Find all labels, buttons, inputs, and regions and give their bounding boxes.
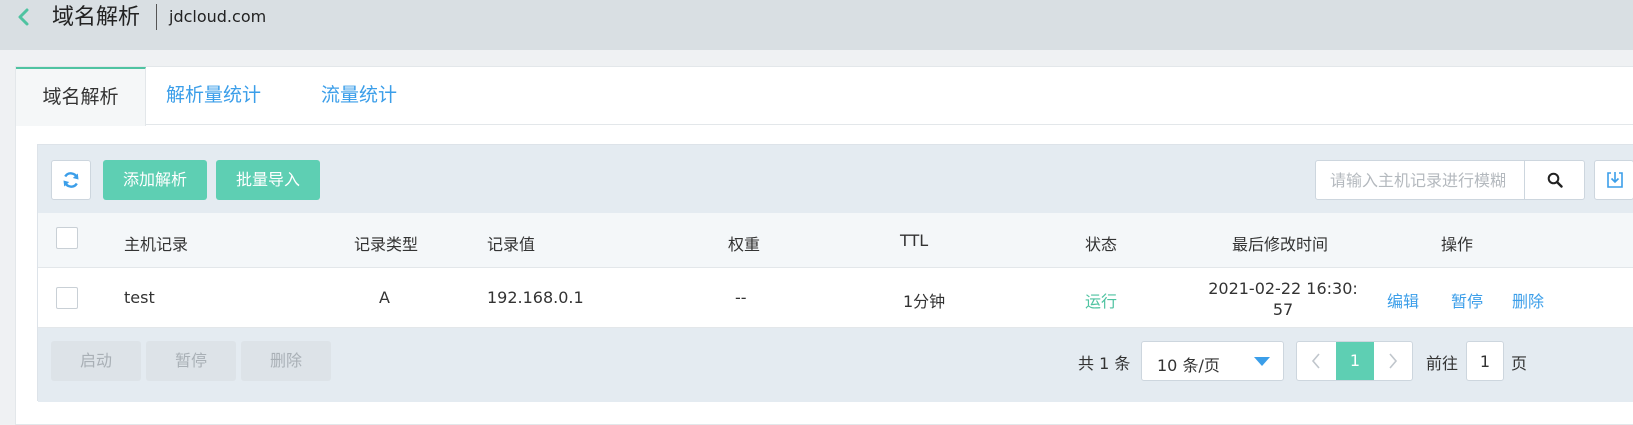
column-header-actions: 操作: [1441, 235, 1474, 254]
table-row: test A 192.168.0.1 -- 1分钟 运行 2021-02-22 …: [38, 268, 1633, 328]
column-header-weight: 权重: [728, 235, 761, 254]
search-icon: [1547, 172, 1563, 188]
top-header: 域名解析 jdcloud.com: [0, 0, 1633, 50]
tab-query-statistics[interactable]: 解析量统计: [166, 67, 261, 125]
search-field[interactable]: [1315, 160, 1525, 200]
page-unit-label: 页: [1511, 354, 1528, 373]
chevron-right-icon: [1389, 353, 1398, 369]
row-checkbox[interactable]: [56, 287, 78, 309]
search-input[interactable]: [1316, 161, 1524, 199]
status-badge: 运行: [1085, 292, 1118, 311]
pagination: 1: [1296, 341, 1413, 381]
prev-page-button[interactable]: [1297, 342, 1336, 380]
cell-weight: --: [735, 288, 747, 307]
chevron-left-icon: [18, 8, 29, 26]
export-button[interactable]: [1594, 160, 1633, 200]
current-page-button[interactable]: 1: [1336, 342, 1374, 380]
search-button[interactable]: [1524, 160, 1585, 200]
cell-value: 192.168.0.1: [487, 288, 584, 307]
goto-page-field[interactable]: [1466, 341, 1504, 381]
table-toolbar: 添加解析 批量导入: [38, 145, 1633, 213]
tab-dns-records[interactable]: 域名解析: [16, 67, 146, 126]
tab-traffic-statistics[interactable]: 流量统计: [321, 67, 397, 125]
page-size-select[interactable]: 10 条/页: [1141, 341, 1284, 381]
title-divider: [156, 4, 157, 30]
cell-modified-time: 2021-02-22 16:30:57: [1208, 279, 1358, 319]
column-header-type: 记录类型: [354, 235, 419, 254]
column-header-host: 主机记录: [124, 235, 189, 254]
batch-delete-button[interactable]: 删除: [241, 341, 331, 381]
main-panel: 域名解析 解析量统计 流量统计 添加解析 批量导入 请输入主机记录进行模糊 主机…: [15, 66, 1633, 425]
total-count: 共 1 条: [1078, 354, 1131, 373]
domain-name: jdcloud.com: [169, 7, 267, 26]
cell-type: A: [379, 288, 390, 307]
cell-host: test: [124, 288, 155, 307]
goto-page-input[interactable]: [1467, 342, 1503, 380]
batch-pause-button[interactable]: 暂停: [146, 341, 236, 381]
column-header-ttl: TTL: [900, 231, 929, 250]
next-page-button[interactable]: [1374, 342, 1413, 380]
table-header: 主机记录 记录类型 记录值 权重 TTL 状态 最后修改时间 操作: [38, 213, 1633, 268]
select-all-checkbox[interactable]: [56, 227, 78, 249]
back-button[interactable]: [15, 4, 35, 32]
goto-label: 前往: [1426, 354, 1459, 373]
page-title: 域名解析: [52, 5, 141, 30]
records-table: 添加解析 批量导入 主机记录 记录类型: [37, 144, 1633, 402]
pause-link[interactable]: 暂停: [1451, 288, 1483, 312]
table-footer: 启动 暂停 删除 共 1 条 10 条/页 1 前往 页: [38, 328, 1633, 402]
page-size-value: 10 条/页: [1157, 356, 1220, 375]
column-header-value: 记录值: [487, 235, 536, 254]
column-header-status: 状态: [1085, 235, 1118, 254]
cell-ttl: 1分钟: [903, 292, 946, 311]
refresh-icon: [63, 172, 79, 188]
column-header-modified: 最后修改时间: [1232, 235, 1329, 254]
delete-link[interactable]: 删除: [1512, 288, 1544, 312]
download-icon: [1607, 172, 1623, 188]
edit-link[interactable]: 编辑: [1387, 288, 1419, 312]
caret-down-icon: [1254, 357, 1270, 366]
tab-bar: 域名解析 解析量统计 流量统计: [16, 67, 1633, 126]
batch-start-button[interactable]: 启动: [51, 341, 141, 381]
batch-import-button[interactable]: 批量导入: [216, 160, 320, 200]
chevron-left-icon: [1311, 353, 1320, 369]
add-record-button[interactable]: 添加解析: [103, 160, 207, 200]
refresh-button[interactable]: [51, 160, 91, 200]
